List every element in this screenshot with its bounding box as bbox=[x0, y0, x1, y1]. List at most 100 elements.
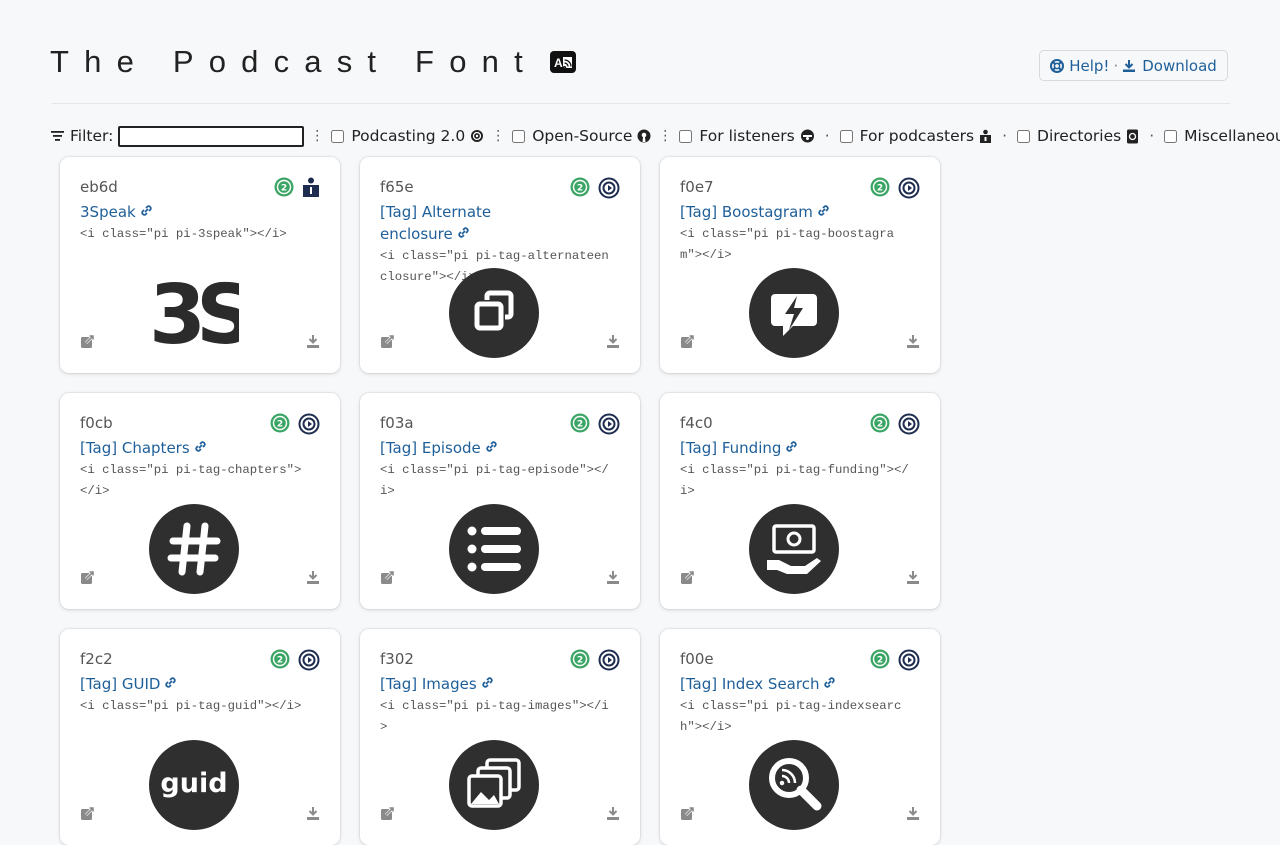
card-badges: 2 bbox=[270, 649, 320, 675]
help-label: Help! bbox=[1069, 56, 1110, 75]
help-download-box: Help! · Download bbox=[1039, 50, 1228, 81]
page-header: The Podcast Font A bbox=[50, 44, 576, 80]
download-icon[interactable] bbox=[606, 570, 620, 589]
icon-title: [Tag] Images bbox=[380, 675, 477, 693]
download-icon[interactable] bbox=[906, 570, 920, 589]
card-badges: 2 bbox=[274, 177, 320, 201]
icon-title-link[interactable]: [Tag] GUID bbox=[80, 673, 320, 696]
icon-title-link[interactable]: [Tag] Episode bbox=[380, 437, 620, 460]
open-icon[interactable] bbox=[380, 570, 395, 589]
svg-text:2: 2 bbox=[277, 420, 283, 430]
download-icon[interactable] bbox=[606, 334, 620, 353]
icon-title-link[interactable]: [Tag] Index Search bbox=[680, 673, 920, 696]
filter-listeners-label: For listeners bbox=[699, 127, 795, 145]
download-icon bbox=[1123, 59, 1136, 72]
icon-card: eb6d 3Speak <i class="pi pi-3speak"></i>… bbox=[60, 157, 340, 373]
checkbox-podcasting20[interactable] bbox=[331, 129, 345, 143]
directory-icon bbox=[1126, 129, 1139, 144]
icon-title: [Tag] Index Search bbox=[680, 675, 820, 693]
download-link[interactable]: Download bbox=[1122, 57, 1217, 75]
podcasting20-badge-icon: 2 bbox=[570, 413, 590, 439]
open-icon[interactable] bbox=[80, 806, 95, 825]
html-snippet: <i class="pi pi-tag-chapters"></i> bbox=[80, 462, 302, 498]
funding-icon bbox=[749, 504, 839, 594]
header-divider bbox=[52, 103, 1230, 104]
open-icon[interactable] bbox=[80, 334, 95, 353]
boostagram-icon bbox=[749, 268, 839, 358]
open-icon[interactable] bbox=[680, 334, 695, 353]
open-icon[interactable] bbox=[380, 334, 395, 353]
svg-text:2: 2 bbox=[577, 184, 583, 194]
episode-icon bbox=[449, 504, 539, 594]
icon-title-link[interactable]: [Tag] Funding bbox=[680, 437, 920, 460]
icon-title: [Tag] Chapters bbox=[80, 439, 190, 457]
open-icon[interactable] bbox=[80, 570, 95, 589]
checkbox-podcasters[interactable] bbox=[839, 129, 853, 143]
checkbox-directories[interactable] bbox=[1017, 129, 1031, 143]
podcasting20-badge-icon: 2 bbox=[870, 649, 890, 675]
open-icon[interactable] bbox=[680, 570, 695, 589]
filter-input[interactable] bbox=[118, 125, 305, 147]
open-icon[interactable] bbox=[680, 806, 695, 825]
tag-target-badge-icon bbox=[598, 177, 620, 203]
help-link[interactable]: Help! bbox=[1050, 57, 1109, 75]
card-badges: 2 bbox=[570, 177, 620, 203]
podcasting20-badge-icon: 2 bbox=[270, 649, 290, 675]
html-snippet: <i class="pi pi-tag-guid"></i> bbox=[80, 698, 302, 713]
separator-dot: · bbox=[1149, 127, 1155, 145]
page-title: The Podcast Font bbox=[50, 44, 538, 79]
svg-text:2: 2 bbox=[281, 184, 287, 194]
tag-target-badge-icon bbox=[598, 649, 620, 675]
svg-text:3S: 3S bbox=[149, 268, 239, 358]
card-badges: 2 bbox=[870, 649, 920, 675]
icon-title: [Tag] Boostagram bbox=[680, 203, 813, 221]
checkbox-miscellaneous[interactable] bbox=[1164, 129, 1178, 143]
icon-title-link[interactable]: 3Speak bbox=[80, 201, 320, 224]
guid-icon-text: guid bbox=[160, 768, 227, 799]
link-icon bbox=[163, 674, 178, 696]
filter-podcasters-label: For podcasters bbox=[859, 127, 975, 145]
card-badges: 2 bbox=[570, 649, 620, 675]
card-badges: 2 bbox=[270, 413, 320, 439]
icon-card: f2c2 [Tag] GUID <i class="pi pi-tag-guid… bbox=[60, 629, 340, 845]
download-icon[interactable] bbox=[306, 806, 320, 825]
icon-title-link[interactable]: [Tag] Boostagram bbox=[680, 201, 920, 224]
filter-opensource-label: Open-Source bbox=[532, 127, 633, 145]
card-badges: 2 bbox=[870, 177, 920, 203]
html-snippet: <i class="pi pi-tag-funding"></i> bbox=[680, 462, 909, 498]
podcasting20-badge-icon: 2 bbox=[570, 177, 590, 203]
podcast-font-logo-icon: A bbox=[549, 51, 576, 73]
podcasting20-badge-icon: 2 bbox=[274, 177, 294, 201]
checkbox-opensource[interactable] bbox=[512, 129, 526, 143]
html-snippet: <i class="pi pi-tag-episode"></i> bbox=[380, 462, 609, 498]
separator-dot: · bbox=[1113, 56, 1119, 75]
icon-card: f65e [Tag] Alternate enclosure <i class=… bbox=[360, 157, 640, 373]
icon-title: [Tag] Alternate enclosure bbox=[380, 203, 492, 243]
opensource-icon bbox=[637, 129, 651, 143]
checkbox-listeners[interactable] bbox=[679, 129, 693, 143]
download-icon[interactable] bbox=[306, 570, 320, 589]
download-icon[interactable] bbox=[306, 334, 320, 353]
podcasting20-badge-icon: 2 bbox=[870, 413, 890, 439]
podcaster-icon bbox=[979, 129, 992, 143]
svg-text:A: A bbox=[554, 56, 563, 70]
download-icon[interactable] bbox=[906, 806, 920, 825]
icon-title-link[interactable]: [Tag] Images bbox=[380, 673, 620, 696]
filter-listeners: For listeners bbox=[679, 127, 814, 145]
icon-title-link[interactable]: [Tag] Chapters bbox=[80, 437, 320, 460]
svg-text:2: 2 bbox=[577, 656, 583, 666]
filter-podcasting20-label: Podcasting 2.0 bbox=[351, 127, 466, 145]
html-snippet: <i class="pi pi-tag-boostagram"></i> bbox=[680, 226, 895, 262]
icon-card: f0cb [Tag] Chapters <i class="pi pi-tag-… bbox=[60, 393, 340, 609]
tag-target-badge-icon bbox=[898, 413, 920, 439]
filter-opensource: Open-Source bbox=[512, 127, 651, 145]
filter-directories: Directories bbox=[1017, 127, 1139, 145]
icon-title-link[interactable]: [Tag] Alternate enclosure bbox=[380, 201, 620, 246]
download-icon[interactable] bbox=[906, 334, 920, 353]
download-icon[interactable] bbox=[606, 806, 620, 825]
guid-icon: guid bbox=[149, 740, 239, 830]
open-icon[interactable] bbox=[380, 806, 395, 825]
lifebuoy-icon bbox=[1050, 58, 1065, 73]
svg-text:2: 2 bbox=[877, 656, 883, 666]
card-badges: 2 bbox=[570, 413, 620, 439]
